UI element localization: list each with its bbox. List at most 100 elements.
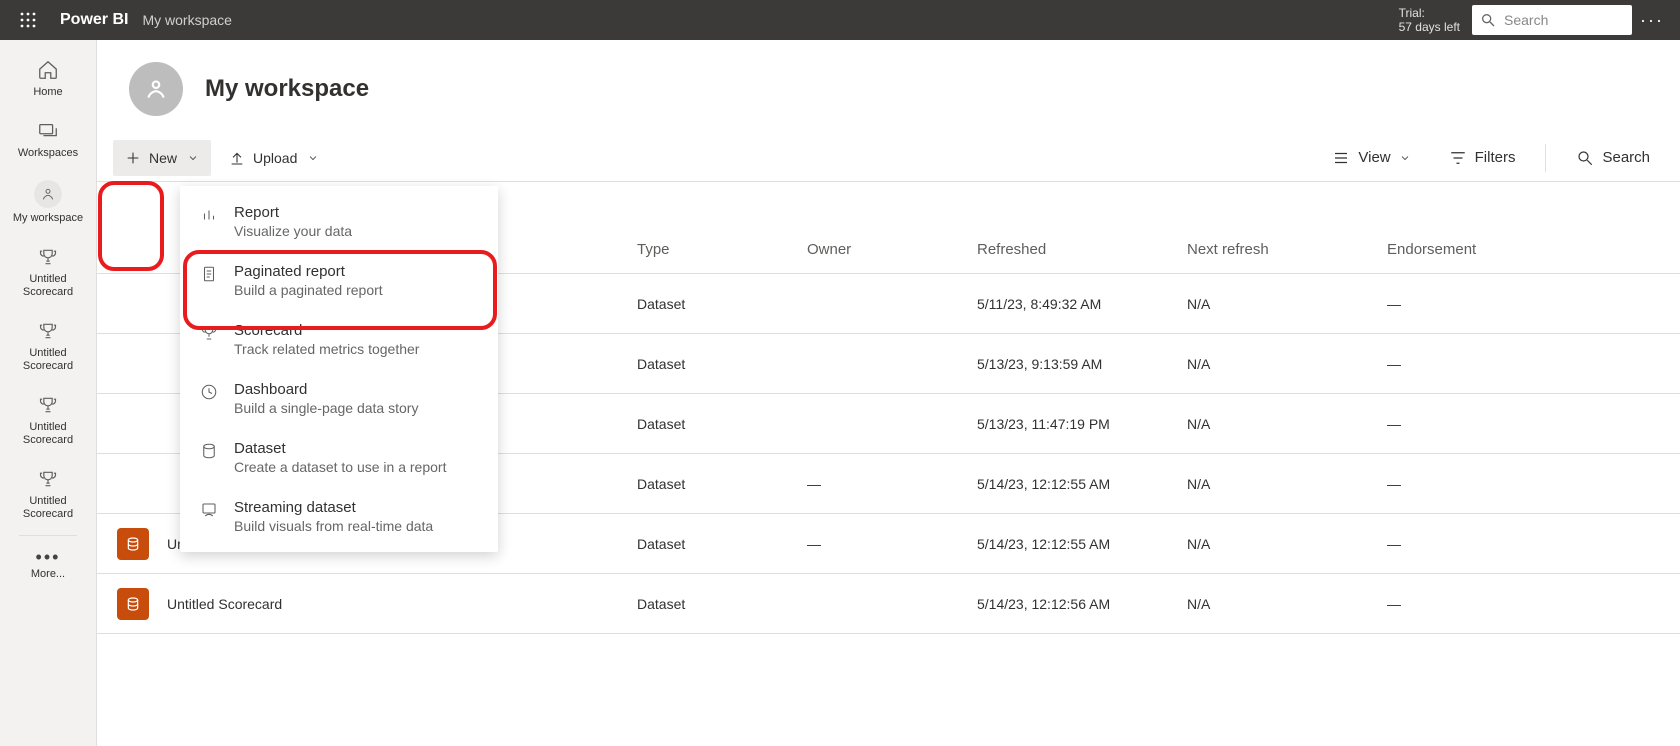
row-endorsement: — xyxy=(1387,356,1587,372)
nav-home[interactable]: Home xyxy=(0,48,96,109)
menu-item-icon xyxy=(198,442,220,460)
nav-home-label: Home xyxy=(33,86,62,99)
workspaces-icon xyxy=(36,119,60,143)
row-type: Dataset xyxy=(637,596,807,612)
row-name: Untitled Scorecard xyxy=(167,596,282,612)
menu-item-icon xyxy=(198,501,220,519)
row-endorsement: — xyxy=(1387,296,1587,312)
row-next-refresh: N/A xyxy=(1187,416,1387,432)
menu-item-icon xyxy=(198,324,220,342)
brand-label[interactable]: Power BI xyxy=(60,11,128,29)
view-button-label: View xyxy=(1358,149,1390,166)
row-type: Dataset xyxy=(637,296,807,312)
row-refreshed: 5/14/23, 12:12:55 AM xyxy=(977,476,1187,492)
row-next-refresh: N/A xyxy=(1187,356,1387,372)
menu-item-subtitle: Track related metrics together xyxy=(234,341,419,357)
new-button[interactable]: New xyxy=(113,140,211,176)
row-next-refresh: N/A xyxy=(1187,476,1387,492)
upload-button[interactable]: Upload xyxy=(217,140,331,176)
col-endorsement[interactable]: Endorsement xyxy=(1387,241,1587,258)
view-button[interactable]: View xyxy=(1332,149,1418,167)
row-endorsement: — xyxy=(1387,416,1587,432)
nav-scorecard-3-label: Untitled Scorecard xyxy=(4,421,92,447)
trophy-icon xyxy=(36,393,60,417)
upload-button-label: Upload xyxy=(253,150,297,166)
trophy-icon xyxy=(36,467,60,491)
filter-icon xyxy=(1449,149,1467,167)
global-search-input[interactable]: Search xyxy=(1472,5,1632,35)
menu-item-icon xyxy=(198,265,220,283)
search-button[interactable]: Search xyxy=(1576,149,1650,167)
filters-button-label: Filters xyxy=(1475,149,1516,166)
trial-badge[interactable]: Trial: 57 days left xyxy=(1399,6,1460,34)
row-type: Dataset xyxy=(637,536,807,552)
nav-workspaces[interactable]: Workspaces xyxy=(0,109,96,170)
upload-icon xyxy=(229,150,245,166)
app-launcher-icon[interactable] xyxy=(8,0,48,40)
new-menu-item-paginated-report[interactable]: Paginated report Build a paginated repor… xyxy=(180,251,498,310)
search-icon xyxy=(1480,12,1496,28)
nav-scorecard-2[interactable]: Untitled Scorecard xyxy=(0,309,96,383)
trial-line2: 57 days left xyxy=(1399,20,1460,34)
nav-scorecard-1[interactable]: Untitled Scorecard xyxy=(0,235,96,309)
row-next-refresh: N/A xyxy=(1187,596,1387,612)
global-search-placeholder: Search xyxy=(1504,12,1548,28)
new-menu-item-dataset[interactable]: Dataset Create a dataset to use in a rep… xyxy=(180,428,498,487)
chevron-down-icon xyxy=(1399,152,1411,164)
person-icon xyxy=(34,180,62,208)
new-menu-item-streaming-dataset[interactable]: Streaming dataset Build visuals from rea… xyxy=(180,487,498,546)
breadcrumb[interactable]: My workspace xyxy=(142,12,231,28)
row-refreshed: 5/14/23, 12:12:55 AM xyxy=(977,536,1187,552)
chevron-down-icon xyxy=(307,152,319,164)
nav-workspaces-label: Workspaces xyxy=(18,147,78,160)
search-icon xyxy=(1576,149,1594,167)
topbar-overflow-button[interactable]: ··· xyxy=(1632,10,1672,31)
new-dropdown: Report Visualize your data Paginated rep… xyxy=(180,186,498,552)
menu-item-title: Scorecard xyxy=(234,322,419,339)
topbar: Power BI My workspace Trial: 57 days lef… xyxy=(0,0,1680,40)
nav-my-workspace-label: My workspace xyxy=(13,212,83,225)
row-type: Dataset xyxy=(637,476,807,492)
nav-my-workspace[interactable]: My workspace xyxy=(0,170,96,235)
row-endorsement: — xyxy=(1387,596,1587,612)
nav-more-label: More... xyxy=(31,568,65,581)
col-refreshed[interactable]: Refreshed xyxy=(977,241,1187,258)
new-menu-item-dashboard[interactable]: Dashboard Build a single-page data story xyxy=(180,369,498,428)
col-next-refresh[interactable]: Next refresh xyxy=(1187,241,1387,258)
row-endorsement: — xyxy=(1387,536,1587,552)
plus-icon xyxy=(125,150,141,166)
menu-item-subtitle: Build a paginated report xyxy=(234,282,383,298)
chevron-down-icon xyxy=(187,152,199,164)
workspace-header: My workspace xyxy=(97,40,1680,134)
home-icon xyxy=(36,58,60,82)
trial-line1: Trial: xyxy=(1399,6,1460,20)
nav-scorecard-3[interactable]: Untitled Scorecard xyxy=(0,383,96,457)
toolbar: New Upload View Filters Search xyxy=(97,134,1680,182)
col-type[interactable]: Type xyxy=(637,241,807,258)
table-row[interactable]: Untitled Scorecard Dataset 5/14/23, 12:1… xyxy=(97,574,1680,634)
row-refreshed: 5/13/23, 9:13:59 AM xyxy=(977,356,1187,372)
dataset-icon xyxy=(117,588,149,620)
workspace-title: My workspace xyxy=(205,75,369,103)
nav-scorecard-4[interactable]: Untitled Scorecard xyxy=(0,457,96,531)
menu-item-title: Streaming dataset xyxy=(234,499,433,516)
menu-item-subtitle: Build a single-page data story xyxy=(234,400,418,416)
new-menu-item-scorecard[interactable]: Scorecard Track related metrics together xyxy=(180,310,498,369)
row-refreshed: 5/11/23, 8:49:32 AM xyxy=(977,296,1187,312)
menu-item-subtitle: Build visuals from real-time data xyxy=(234,518,433,534)
nav-more[interactable]: ••• More... xyxy=(0,540,96,591)
new-menu-item-report[interactable]: Report Visualize your data xyxy=(180,192,498,251)
search-button-label: Search xyxy=(1602,149,1650,166)
row-next-refresh: N/A xyxy=(1187,296,1387,312)
row-type: Dataset xyxy=(637,356,807,372)
toolbar-divider xyxy=(1545,144,1546,172)
row-next-refresh: N/A xyxy=(1187,536,1387,552)
list-icon xyxy=(1332,149,1350,167)
row-refreshed: 5/13/23, 11:47:19 PM xyxy=(977,416,1187,432)
row-endorsement: — xyxy=(1387,476,1587,492)
menu-item-title: Paginated report xyxy=(234,263,383,280)
row-refreshed: 5/14/23, 12:12:56 AM xyxy=(977,596,1187,612)
col-owner[interactable]: Owner xyxy=(807,241,977,258)
menu-item-subtitle: Visualize your data xyxy=(234,223,352,239)
filters-button[interactable]: Filters xyxy=(1449,149,1516,167)
